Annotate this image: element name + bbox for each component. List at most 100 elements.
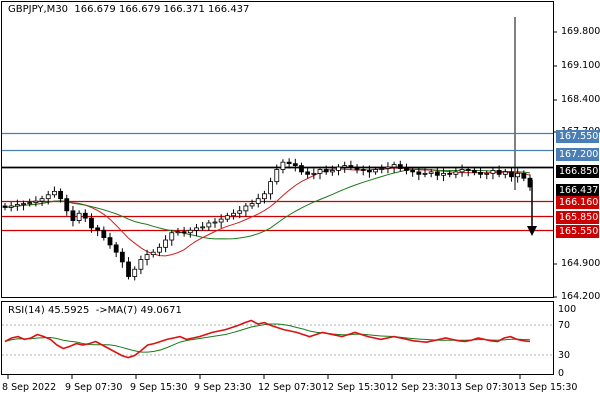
symbol-timeframe: GBPJPY,M30 xyxy=(8,4,69,15)
level-tag-166160: 166.160 xyxy=(556,196,599,209)
rsi-ma-label: ->MA(7) xyxy=(95,305,138,316)
candle-body xyxy=(187,229,193,234)
candle-body xyxy=(194,227,199,231)
candle-body xyxy=(157,246,162,253)
candle-body xyxy=(447,172,453,175)
chart-header: GBPJPY,M30 166.679 166.679 166.371 166.4… xyxy=(8,4,249,15)
candle-body xyxy=(329,170,335,173)
time-axis-label: 9 Sep 15:30 xyxy=(130,382,188,393)
candle-body xyxy=(45,194,51,200)
candle-body xyxy=(428,171,434,174)
price-axis-label: 169.100 xyxy=(561,60,600,71)
rsi-axis-label: 30 xyxy=(558,350,571,361)
candle-body xyxy=(496,170,502,175)
candle-body xyxy=(360,169,366,171)
time-axis-label: 12 Sep 07:30 xyxy=(258,382,322,393)
candle-body xyxy=(502,171,508,175)
candle-body xyxy=(33,200,39,203)
candle-body xyxy=(113,244,119,253)
candle-body xyxy=(348,165,354,168)
level-tag-167550: 167.550 xyxy=(556,130,599,143)
candle-body xyxy=(2,205,8,208)
candle-body xyxy=(385,166,391,169)
candle-body xyxy=(441,172,446,176)
candle-body xyxy=(274,169,280,183)
candle-body xyxy=(150,251,156,256)
candle-body xyxy=(138,259,144,270)
level-tag-165850: 165.850 xyxy=(556,211,599,224)
candle-body xyxy=(367,170,372,173)
candle-body xyxy=(82,212,88,219)
candle-body xyxy=(342,165,348,168)
candle-body xyxy=(268,181,273,195)
time-axis-label: 12 Sep 15:30 xyxy=(322,382,386,393)
candle-body xyxy=(52,190,57,196)
candle-body xyxy=(243,205,249,212)
candle-body xyxy=(27,202,33,204)
time-axis-label: 13 Sep 07:30 xyxy=(450,382,514,393)
candle-body xyxy=(472,170,477,173)
price-axis-label: 164.200 xyxy=(561,291,600,302)
candle-body xyxy=(95,227,101,231)
candle-body xyxy=(336,166,341,171)
rsi-axis-label: 0 xyxy=(558,368,565,379)
candle-body xyxy=(305,171,311,175)
candle-body xyxy=(478,171,483,175)
level-tag-165550: 165.550 xyxy=(556,225,599,238)
candle-body xyxy=(262,193,267,200)
candle-body xyxy=(58,190,63,200)
candle-body xyxy=(453,171,459,175)
rsi-header: RSI(14) 45.5925 ->MA(7) 49.0671 xyxy=(8,305,182,316)
level-tag-167200: 167.200 xyxy=(556,148,599,161)
candle-body xyxy=(76,212,82,221)
candle-body xyxy=(231,212,236,217)
candle-body xyxy=(163,239,168,248)
candle-body xyxy=(39,198,45,202)
candle-body xyxy=(292,163,298,166)
candle-body xyxy=(354,166,360,170)
candle-body xyxy=(286,161,292,165)
candle-body xyxy=(280,161,286,170)
candle-body xyxy=(373,169,378,173)
price-axis-label: 164.900 xyxy=(561,258,600,269)
high-value: 166.679 xyxy=(118,4,161,15)
candle-body xyxy=(107,237,113,246)
rsi-axis-label: 100 xyxy=(558,304,577,315)
candle-body xyxy=(70,210,76,221)
candle-body xyxy=(200,226,206,229)
candle-body xyxy=(14,204,20,207)
rsi-label: RSI(14) xyxy=(8,305,45,316)
candle-body xyxy=(21,203,26,205)
candle-body xyxy=(391,164,397,168)
candle-body xyxy=(509,171,514,178)
candle-body xyxy=(249,203,255,207)
candle-body xyxy=(119,251,125,263)
candle-body xyxy=(175,231,181,234)
candle-body xyxy=(132,268,138,277)
candle-body xyxy=(169,232,175,241)
candle-body xyxy=(410,170,416,173)
rsi-axis-label: 70 xyxy=(558,320,571,331)
candle-body xyxy=(299,165,304,173)
chart-area[interactable] xyxy=(0,0,600,400)
time-axis-label: 9 Sep 23:30 xyxy=(194,382,252,393)
candle-body xyxy=(404,168,409,171)
candle-body xyxy=(218,218,224,223)
price-pane xyxy=(1,1,554,298)
candle-body xyxy=(484,172,490,175)
close-value: 166.437 xyxy=(208,4,250,15)
candle-body xyxy=(490,170,496,174)
candle-body xyxy=(206,222,212,228)
candle-body xyxy=(521,172,527,179)
time-axis-label: 9 Sep 07:30 xyxy=(65,382,123,393)
candle-body xyxy=(379,168,385,170)
candle-body xyxy=(8,205,14,208)
price-axis-label: 168.400 xyxy=(561,94,600,105)
candle-body xyxy=(181,231,187,234)
candle-body xyxy=(212,221,218,224)
rsi-ma-value: 49.0671 xyxy=(140,305,182,316)
candle-body xyxy=(465,169,471,171)
candle-body xyxy=(323,169,329,173)
candle-body xyxy=(89,217,94,229)
candle-body xyxy=(255,198,261,204)
